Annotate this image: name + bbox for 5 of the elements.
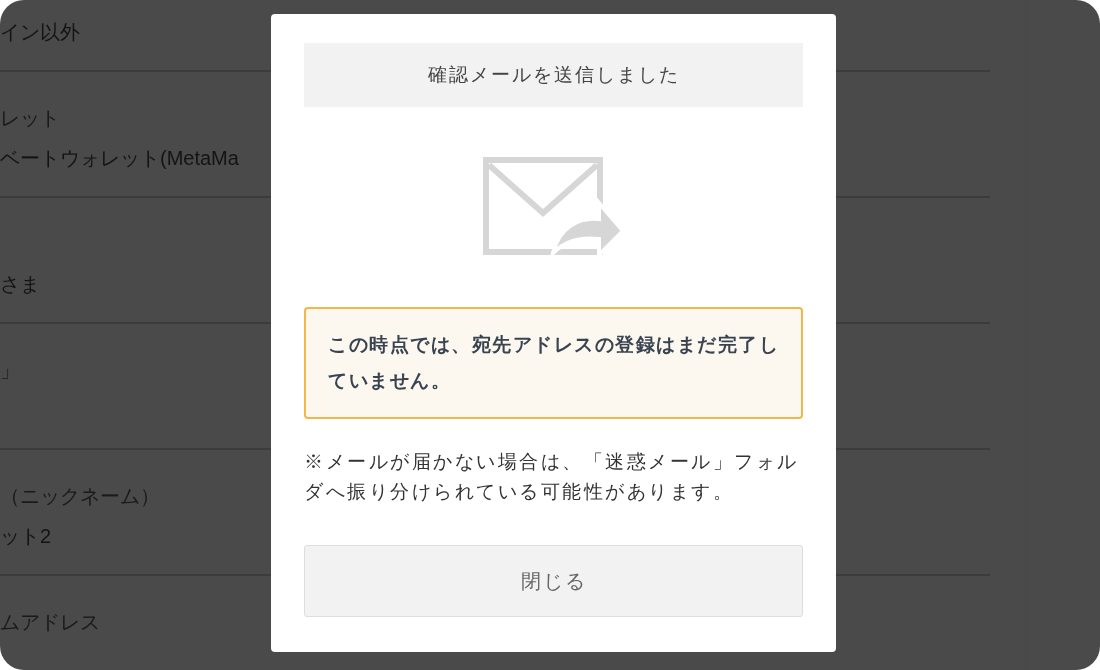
note-text: ※メールが届かない場合は、「迷惑メール」フォルダへ振り分けられている可能性があります。	[304, 450, 800, 504]
field-label: 」	[0, 359, 20, 381]
close-button[interactable]: 閉じる	[304, 545, 803, 617]
dialog-title: 確認メールを送信しました	[304, 43, 803, 107]
warning-text: この時点では、宛先アドレスの登録はまだ完了していません。	[328, 333, 779, 393]
